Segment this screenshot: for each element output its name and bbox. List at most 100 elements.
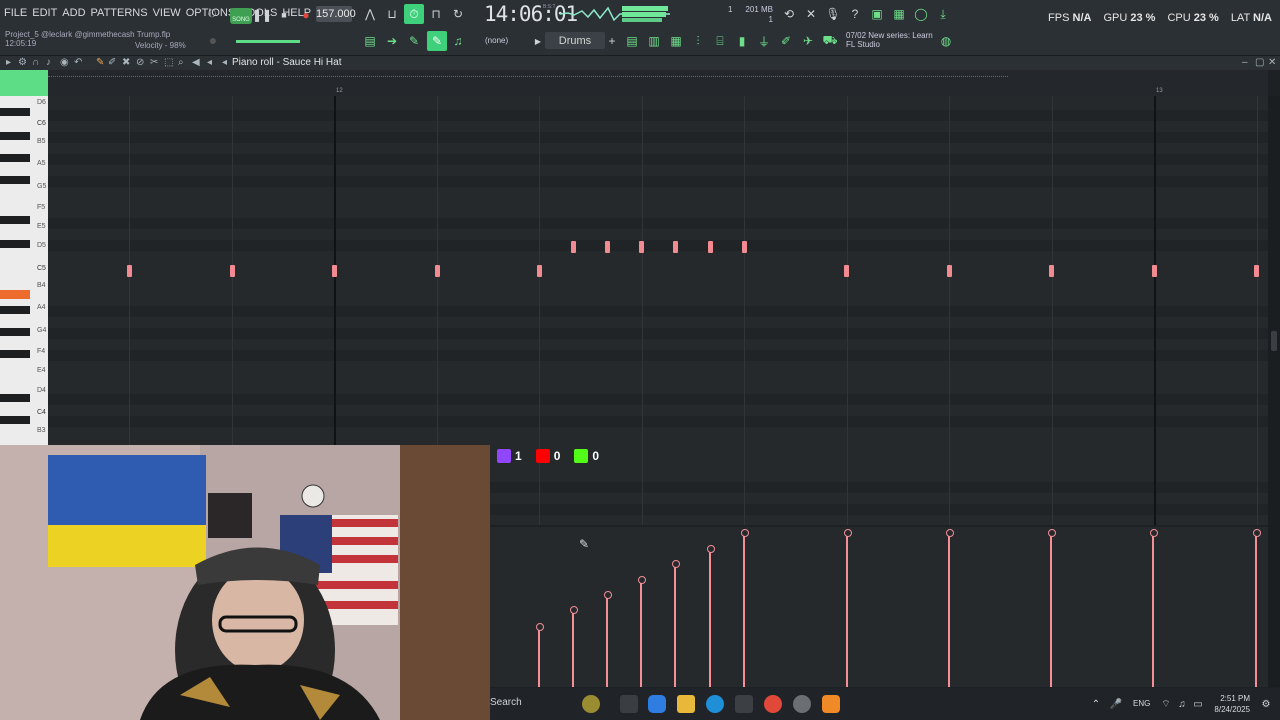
speaker-icon[interactable]: ◂ (207, 57, 212, 68)
velocity-stem[interactable] (536, 623, 544, 687)
file-explorer-icon[interactable] (677, 695, 695, 713)
black-key[interactable] (0, 394, 30, 402)
slice-icon[interactable]: ✂ (150, 57, 158, 68)
black-key[interactable] (0, 108, 30, 116)
mixer-icon[interactable]: ⫶ (690, 33, 706, 49)
velocity-stem[interactable] (604, 591, 612, 687)
chrome-icon[interactable] (764, 695, 782, 713)
link-tool-icon[interactable]: ✎ (427, 31, 447, 51)
velocity-stem[interactable] (844, 529, 852, 687)
velocity-stem[interactable] (1150, 529, 1158, 687)
brush-icon[interactable]: ✐ (778, 33, 794, 49)
chat-icon[interactable]: ◯ (913, 6, 929, 22)
zoom-icon[interactable]: ⌕ (178, 57, 184, 68)
note[interactable] (1254, 265, 1259, 277)
wait-input-icon[interactable]: ⊔ (384, 6, 400, 22)
window-menu-icon[interactable]: ◂ (222, 57, 227, 68)
cart-icon[interactable]: ⛟ (822, 33, 838, 49)
velocity-stem[interactable] (638, 576, 646, 687)
microphone-tray-icon[interactable]: 🎤 (1108, 696, 1124, 712)
edge-icon[interactable] (706, 695, 724, 713)
velocity-lane[interactable] (490, 527, 1268, 687)
snap-selector[interactable]: (none) (485, 36, 508, 45)
add-pattern-icon[interactable]: + (604, 33, 620, 49)
search-highlight-icon[interactable] (582, 695, 600, 713)
close-icon[interactable]: ✕ (1268, 57, 1276, 68)
countdown-icon[interactable]: ⏱ (404, 4, 424, 24)
menu-add[interactable]: ADD (62, 7, 85, 19)
draw-tool-icon[interactable]: ✎ (406, 33, 422, 49)
tools-menu-icon[interactable]: ⚙ (18, 57, 27, 68)
channel-rack-icon[interactable]: ▦ (668, 33, 684, 49)
note[interactable] (947, 265, 952, 277)
language-indicator[interactable]: ENG (1133, 699, 1150, 708)
taskbar-clock[interactable]: 2:51 PM 8/24/2025 (1214, 693, 1250, 715)
notification-icon[interactable]: ⚙ (1258, 696, 1274, 712)
typing-keyboard-icon[interactable]: ▤ (362, 33, 378, 49)
tools-icon[interactable]: ✕ (803, 6, 819, 22)
magnet-icon[interactable]: ∩ (32, 57, 39, 68)
record-loop-icon[interactable]: ◉ (60, 57, 69, 68)
store-icon[interactable] (735, 695, 753, 713)
channel-selector[interactable]: Drums (545, 32, 605, 49)
minimize-icon[interactable]: – (1242, 57, 1248, 68)
highlighted-key[interactable] (0, 290, 30, 299)
black-key[interactable] (0, 328, 30, 336)
microphone-icon[interactable]: 🎙 (825, 6, 841, 22)
battery-icon[interactable]: ▭ (1190, 696, 1206, 712)
black-key[interactable] (0, 132, 30, 140)
news-panel[interactable]: 07/02 New series: Learn FL Studio (846, 31, 933, 49)
pause-icon[interactable]: ❚❚ (252, 7, 272, 23)
pencil-icon[interactable]: ✎ (96, 57, 104, 68)
song-mode-button[interactable]: SONG (230, 8, 252, 24)
note[interactable] (435, 265, 440, 277)
blend-notes-icon[interactable]: ⊓ (428, 6, 444, 22)
save-icon[interactable]: ▣ (869, 6, 885, 22)
black-key[interactable] (0, 416, 30, 424)
velocity-stem[interactable] (570, 606, 578, 687)
record-icon[interactable]: ● (298, 7, 314, 23)
cpu-knob-icon[interactable]: ◌ (204, 5, 220, 22)
plugin-icon[interactable]: ▦ (891, 6, 907, 22)
plug-icon[interactable]: ⏚ (756, 33, 772, 49)
mute-icon[interactable]: ⊘ (136, 57, 144, 68)
select-icon[interactable]: ⬚ (164, 57, 173, 68)
note[interactable] (571, 241, 576, 253)
note[interactable] (1049, 265, 1054, 277)
plugin-picker-icon[interactable]: ▮ (734, 33, 750, 49)
scroll-thumb[interactable] (1271, 331, 1277, 351)
note[interactable] (742, 241, 747, 253)
volume-icon[interactable]: ♫ (1174, 696, 1190, 712)
velocity-stem[interactable] (1253, 529, 1261, 687)
maximize-icon[interactable]: ▢ (1255, 57, 1264, 68)
fl-studio-icon[interactable] (822, 695, 840, 713)
playback-icon[interactable]: ◀ (192, 57, 200, 68)
timeline-ruler[interactable] (48, 70, 1268, 96)
note[interactable] (605, 241, 610, 253)
note[interactable] (537, 265, 542, 277)
note[interactable] (1152, 265, 1157, 277)
obs-icon[interactable] (793, 695, 811, 713)
chevron-right-icon[interactable]: ▶ (530, 33, 546, 49)
velocity-stem[interactable] (1048, 529, 1056, 687)
play-arrow-icon[interactable]: ▸ (6, 57, 11, 68)
black-key[interactable] (0, 306, 30, 314)
note[interactable] (844, 265, 849, 277)
velocity-stem[interactable] (741, 529, 749, 687)
taskbar-search[interactable]: Search (490, 697, 522, 708)
metronome-icon[interactable]: ⋀ (362, 6, 378, 22)
master-pitch-knob-icon[interactable]: ● (205, 32, 221, 48)
black-key[interactable] (0, 176, 30, 184)
vertical-scrollbar[interactable] (1268, 96, 1280, 687)
step-edit-icon[interactable]: ➔ (384, 33, 400, 49)
delete-icon[interactable]: ✖ (122, 57, 130, 68)
menu-view[interactable]: VIEW (153, 7, 181, 19)
black-key[interactable] (0, 154, 30, 162)
export-icon[interactable]: ✈ (800, 33, 816, 49)
black-key[interactable] (0, 350, 30, 358)
task-view-icon[interactable] (620, 695, 638, 713)
undo-icon[interactable]: ↶ (74, 57, 82, 68)
browser-icon[interactable]: ⌸ (712, 33, 728, 49)
note[interactable] (639, 241, 644, 253)
note[interactable] (708, 241, 713, 253)
